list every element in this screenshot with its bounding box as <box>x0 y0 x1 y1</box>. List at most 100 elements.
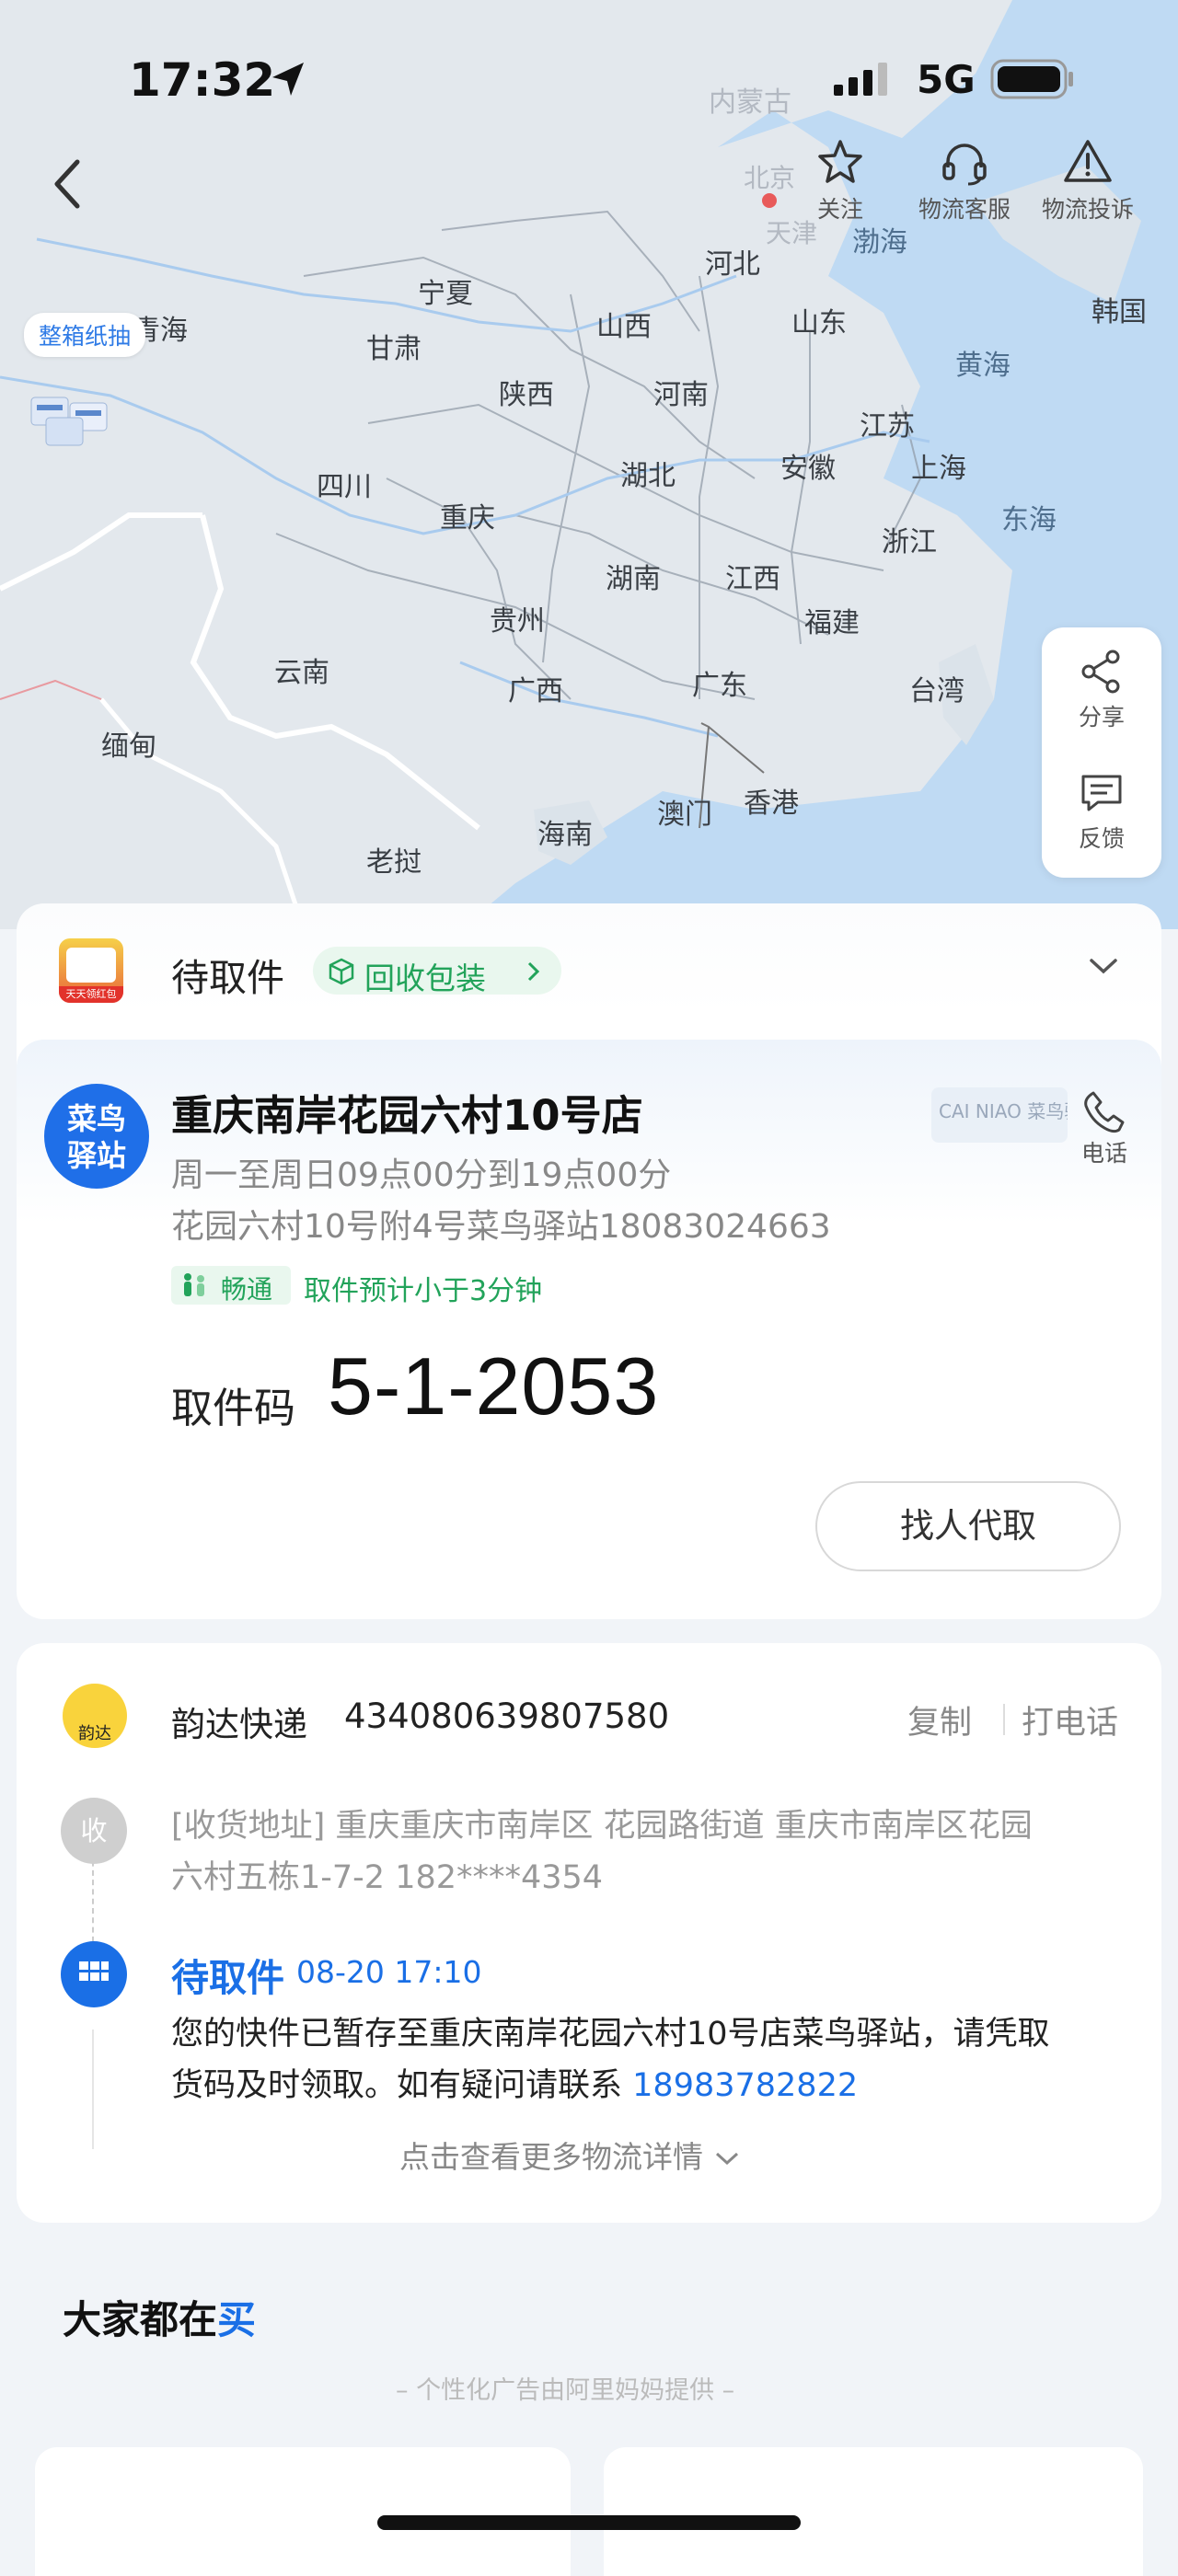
call-courier-button[interactable]: 打电话 <box>1022 1696 1118 1743</box>
star-icon <box>818 140 862 183</box>
status-bar: 17:32 5G <box>0 0 1178 156</box>
map-label-shandong: 山东 <box>791 307 847 339</box>
map-label-jiangxi: 江西 <box>725 563 780 595</box>
more-details-link[interactable]: 点击查看更多物流详情 <box>399 2133 741 2177</box>
receive-address-line1: [收货地址] 重庆重庆市南岸区 花园路街道 重庆市南岸区花园 <box>171 1808 1033 1845</box>
map-label-chongqing: 重庆 <box>440 502 495 535</box>
traffic-badge: 畅通 <box>171 1266 291 1305</box>
courier-logo-text: 韵达 <box>78 1724 111 1743</box>
station-logo-text: 菜鸟驿站 <box>66 1101 126 1173</box>
receive-marker: 收 <box>61 1798 127 1864</box>
feedback-label: 反馈 <box>1078 825 1125 852</box>
back-arrow-icon[interactable] <box>48 156 88 212</box>
package-thumbnail[interactable]: 天天领红包 <box>59 938 123 1003</box>
recycle-box-icon <box>329 958 354 985</box>
map-label-laos: 老挝 <box>366 846 422 879</box>
service-label: 物流客服 <box>918 196 1011 223</box>
call-station-button[interactable]: 电话 <box>1058 1087 1150 1168</box>
map-label-bohai: 渤海 <box>852 226 907 259</box>
yunda-logo: 韵达 <box>63 1684 127 1748</box>
recycle-package-button[interactable]: 回收包装 <box>313 947 561 996</box>
map-label-taiwan: 台湾 <box>909 675 964 707</box>
traffic-label: 畅通 <box>221 1274 273 1305</box>
map-label-hongkong: 香港 <box>744 788 799 820</box>
pending-pickup-marker <box>61 1941 127 2007</box>
map-label-anhui: 安徽 <box>780 453 836 485</box>
map-label-donghai: 东海 <box>1001 504 1057 536</box>
thumbnail-caption: 天天领红包 <box>59 986 123 1003</box>
event-desc-line2: 货码及时领取。如有疑问请联系 18983782822 <box>171 2059 858 2106</box>
recommend-title-tail: 买 <box>217 2297 257 2342</box>
map-label-shaanxi: 陕西 <box>499 379 554 411</box>
map-label-hunan: 湖南 <box>606 563 661 595</box>
map-label-fujian: 福建 <box>804 607 860 639</box>
proxy-pickup-button[interactable]: 找人代取 <box>815 1481 1121 1571</box>
battery-icon <box>990 59 1073 99</box>
share-button[interactable]: 分享 <box>1042 646 1161 732</box>
event-time: 08-20 17:10 <box>296 1954 482 1990</box>
station-name: 重庆南岸花园六村10号店 <box>171 1091 643 1140</box>
receive-address-line2: 六村五栋1-7-2 182****4354 <box>171 1859 604 1896</box>
warning-icon <box>1064 140 1112 182</box>
logistics-complaint-button[interactable]: 物流投诉 <box>1033 136 1143 224</box>
timeline-line-lower <box>92 2030 94 2149</box>
map-label-sichuan: 四川 <box>317 471 372 503</box>
follow-button[interactable]: 关注 <box>785 136 895 224</box>
comment-icon <box>1081 775 1122 811</box>
location-arrow-icon <box>272 63 304 96</box>
logistics-service-button[interactable]: 物流客服 <box>909 136 1020 224</box>
promo-tag[interactable]: 整箱纸抽 <box>24 313 146 357</box>
map-label-ningxia: 宁夏 <box>418 278 473 310</box>
signal-icon <box>834 63 887 96</box>
pickup-status: 待取件 <box>171 956 284 1000</box>
call-label: 电话 <box>1080 1140 1127 1167</box>
cainiao-watermark: CAI NIAO 菜鸟驿站 <box>931 1087 1068 1143</box>
product-card-left[interactable] <box>35 2447 571 2576</box>
status-time: 17:32 <box>129 53 276 107</box>
copy-button[interactable]: 复制 <box>907 1696 972 1743</box>
pickup-card: 天天领红包 待取件 回收包装 菜鸟驿站 重庆南岸花园六村10号店 周一至周日09… <box>17 903 1161 1619</box>
logistics-card: 韵达 韵达快递 434080639807580 复制 打电话 收 [收货地址] … <box>17 1643 1161 2223</box>
follow-label: 关注 <box>816 196 863 223</box>
map-label-guangxi: 广西 <box>508 675 563 707</box>
pickup-code-label: 取件码 <box>171 1384 296 1432</box>
map-label-shanxi: 山西 <box>596 311 652 343</box>
promo-tissue-image[interactable] <box>28 385 116 451</box>
pickup-code: 5-1-2053 <box>328 1340 660 1432</box>
map-label-yunnan: 云南 <box>274 657 329 689</box>
map-label-hubei: 湖北 <box>620 460 676 492</box>
share-label: 分享 <box>1078 704 1125 730</box>
station-grid-icon <box>79 1961 109 1981</box>
map-label-myanmar: 缅甸 <box>101 730 156 763</box>
pickup-eta: 取件预计小于3分钟 <box>304 1275 543 1307</box>
recycle-label: 回收包装 <box>364 960 486 996</box>
courier-name: 韵达快递 <box>171 1705 307 1744</box>
collapse-chevron-icon[interactable] <box>1088 955 1119 979</box>
recommend-title-text: 大家都在 <box>63 2297 218 2342</box>
home-indicator[interactable] <box>377 2515 801 2530</box>
map-label-hainan: 海南 <box>537 819 593 851</box>
map-label-shanghai: 上海 <box>911 453 966 485</box>
product-card-right[interactable] <box>604 2447 1143 2576</box>
feedback-button[interactable]: 反馈 <box>1042 767 1161 854</box>
map-label-huanghai: 黄海 <box>955 350 1011 382</box>
map-label-jiangsu: 江苏 <box>860 410 915 443</box>
complaint-label: 物流投诉 <box>1041 196 1134 223</box>
action-divider <box>1003 1704 1005 1735</box>
station-address: 花园六村10号附4号菜鸟驿站18083024663 <box>171 1208 831 1246</box>
ad-disclaimer: – 个性化广告由阿里妈妈提供 – <box>396 2376 735 2405</box>
network-type: 5G <box>917 57 976 102</box>
cainiao-station-logo: 菜鸟驿站 <box>44 1084 149 1189</box>
station-hours: 周一至周日09点00分到19点00分 <box>171 1156 672 1194</box>
recommend-title: 大家都在买 <box>63 2289 256 2345</box>
phone-icon <box>1084 1091 1125 1133</box>
contact-phone-link[interactable]: 18983782822 <box>632 2067 858 2104</box>
chevron-right-icon <box>527 961 540 982</box>
headset-icon <box>942 144 987 186</box>
map-label-gansu: 甘肃 <box>366 333 422 365</box>
map-label-zhejiang: 浙江 <box>882 526 937 558</box>
event-desc-text: 货码及时领取。如有疑问请联系 <box>171 2067 623 2104</box>
map-side-toolbar: 分享 反馈 <box>1042 627 1161 878</box>
map-label-hebei: 河北 <box>705 248 760 281</box>
map-label-henan: 河南 <box>653 379 709 411</box>
